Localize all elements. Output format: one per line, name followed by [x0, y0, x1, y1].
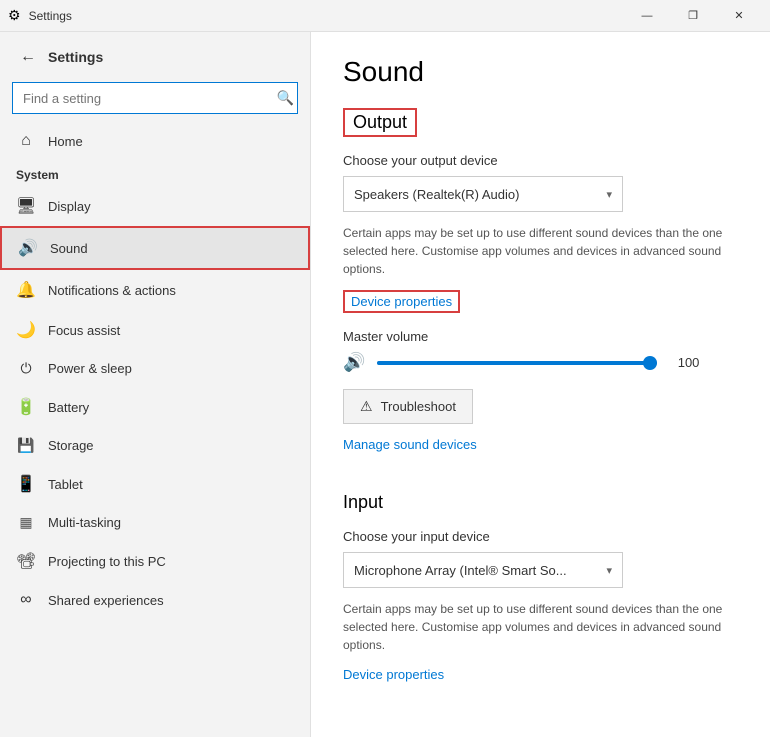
- input-device-dropdown[interactable]: Microphone Array (Intel® Smart So... ▾: [343, 552, 623, 588]
- volume-value: 100: [669, 355, 699, 370]
- output-dropdown-arrow: ▾: [606, 188, 612, 201]
- troubleshoot-icon: ⚠: [360, 398, 373, 415]
- sidebar-item-tablet-label: Tablet: [48, 477, 294, 492]
- back-icon: ←: [20, 48, 36, 66]
- sidebar-nav-top: ← Settings: [0, 32, 310, 82]
- input-choose-label: Choose your input device: [343, 529, 738, 544]
- sidebar-item-storage[interactable]: 💾 Storage: [0, 427, 310, 464]
- notifications-icon: 🔔: [16, 280, 36, 300]
- back-button[interactable]: ←: [16, 44, 40, 70]
- output-info-text: Certain apps may be set up to use differ…: [343, 224, 738, 278]
- input-dropdown-value: Microphone Array (Intel® Smart So...: [354, 563, 567, 578]
- sidebar-item-shared-label: Shared experiences: [48, 593, 294, 608]
- sidebar-item-sound[interactable]: 🔊 Sound: [0, 226, 310, 270]
- sidebar-item-battery-label: Battery: [48, 400, 294, 415]
- slider-track: [377, 361, 657, 365]
- volume-row: 🔊 100: [343, 352, 738, 373]
- main-content: Sound Output Choose your output device S…: [311, 32, 770, 737]
- battery-icon: 🔋: [16, 397, 36, 417]
- output-title: Output: [353, 112, 407, 132]
- sound-icon: 🔊: [18, 238, 38, 258]
- page-title: Sound: [343, 56, 738, 88]
- sidebar-item-focus[interactable]: 🌙 Focus assist: [0, 310, 310, 350]
- sidebar-item-sound-label: Sound: [50, 241, 292, 256]
- title-bar-left: ⚙ Settings: [8, 7, 72, 24]
- device-properties-link[interactable]: Device properties: [343, 290, 460, 313]
- master-volume-label: Master volume: [343, 329, 738, 344]
- volume-section: Master volume 🔊 100: [343, 329, 738, 373]
- slider-fill: [377, 361, 657, 365]
- output-section: Output Choose your output device Speaker…: [343, 108, 738, 468]
- sidebar-item-focus-label: Focus assist: [48, 323, 294, 338]
- search-input[interactable]: [12, 82, 298, 114]
- focus-icon: 🌙: [16, 320, 36, 340]
- home-icon: ⌂: [16, 132, 36, 150]
- shared-icon: ∞: [16, 591, 36, 609]
- multitasking-icon: ▦: [16, 514, 36, 531]
- sidebar-app-title: Settings: [48, 49, 103, 65]
- sidebar-item-notifications-label: Notifications & actions: [48, 283, 294, 298]
- manage-sound-devices-link[interactable]: Manage sound devices: [343, 437, 477, 452]
- sidebar-item-power[interactable]: ⏻ Power & sleep: [0, 350, 310, 387]
- sidebar-item-tablet[interactable]: 📱 Tablet: [0, 464, 310, 504]
- input-dropdown-arrow: ▾: [606, 564, 612, 577]
- search-icon: 🔍: [277, 90, 294, 107]
- troubleshoot-label: Troubleshoot: [381, 399, 456, 414]
- sidebar-item-display-label: Display: [48, 199, 294, 214]
- troubleshoot-button[interactable]: ⚠ Troubleshoot: [343, 389, 473, 424]
- title-bar-icon: ⚙: [8, 7, 21, 24]
- sidebar-item-projecting[interactable]: 📽 Projecting to this PC: [0, 541, 310, 581]
- slider-thumb[interactable]: [643, 356, 657, 370]
- input-section: Input Choose your input device Microphon…: [343, 492, 738, 698]
- sidebar-item-battery[interactable]: 🔋 Battery: [0, 387, 310, 427]
- sidebar-item-home-label: Home: [48, 134, 294, 149]
- storage-icon: 💾: [16, 437, 36, 454]
- sidebar-item-display[interactable]: 🖥 Display: [0, 186, 310, 226]
- title-bar-title: Settings: [29, 9, 72, 23]
- output-title-box: Output: [343, 108, 417, 137]
- display-icon: 🖥: [16, 196, 36, 216]
- sidebar-item-projecting-label: Projecting to this PC: [48, 554, 294, 569]
- input-device-properties-link[interactable]: Device properties: [343, 667, 444, 682]
- search-box: 🔍: [12, 82, 298, 114]
- sidebar: ← Settings 🔍 ⌂ Home System 🖥 Display 🔊 S…: [0, 32, 311, 737]
- sidebar-item-power-label: Power & sleep: [48, 361, 294, 376]
- minimize-button[interactable]: —: [624, 0, 670, 32]
- projecting-icon: 📽: [16, 551, 36, 571]
- maximize-button[interactable]: ❐: [670, 0, 716, 32]
- power-icon: ⏻: [16, 360, 36, 377]
- sidebar-item-shared[interactable]: ∞ Shared experiences: [0, 581, 310, 619]
- close-button[interactable]: ✕: [716, 0, 762, 32]
- sidebar-item-storage-label: Storage: [48, 438, 294, 453]
- output-device-dropdown[interactable]: Speakers (Realtek(R) Audio) ▾: [343, 176, 623, 212]
- input-info-text: Certain apps may be set up to use differ…: [343, 600, 738, 654]
- sidebar-section-header: System: [0, 160, 310, 186]
- tablet-icon: 📱: [16, 474, 36, 494]
- sidebar-item-home[interactable]: ⌂ Home: [0, 122, 310, 160]
- volume-speaker-icon: 🔊: [343, 352, 365, 373]
- input-title: Input: [343, 492, 383, 512]
- volume-slider[interactable]: [377, 353, 657, 373]
- sidebar-item-multitasking[interactable]: ▦ Multi-tasking: [0, 504, 310, 541]
- app-body: ← Settings 🔍 ⌂ Home System 🖥 Display 🔊 S…: [0, 32, 770, 737]
- sidebar-item-multitasking-label: Multi-tasking: [48, 515, 294, 530]
- title-bar-controls: — ❐ ✕: [624, 0, 762, 32]
- output-dropdown-value: Speakers (Realtek(R) Audio): [354, 187, 519, 202]
- output-choose-label: Choose your output device: [343, 153, 738, 168]
- input-title-box: Input: [343, 492, 738, 513]
- title-bar: ⚙ Settings — ❐ ✕: [0, 0, 770, 32]
- search-icon-button[interactable]: 🔍: [277, 90, 294, 107]
- sidebar-item-notifications[interactable]: 🔔 Notifications & actions: [0, 270, 310, 310]
